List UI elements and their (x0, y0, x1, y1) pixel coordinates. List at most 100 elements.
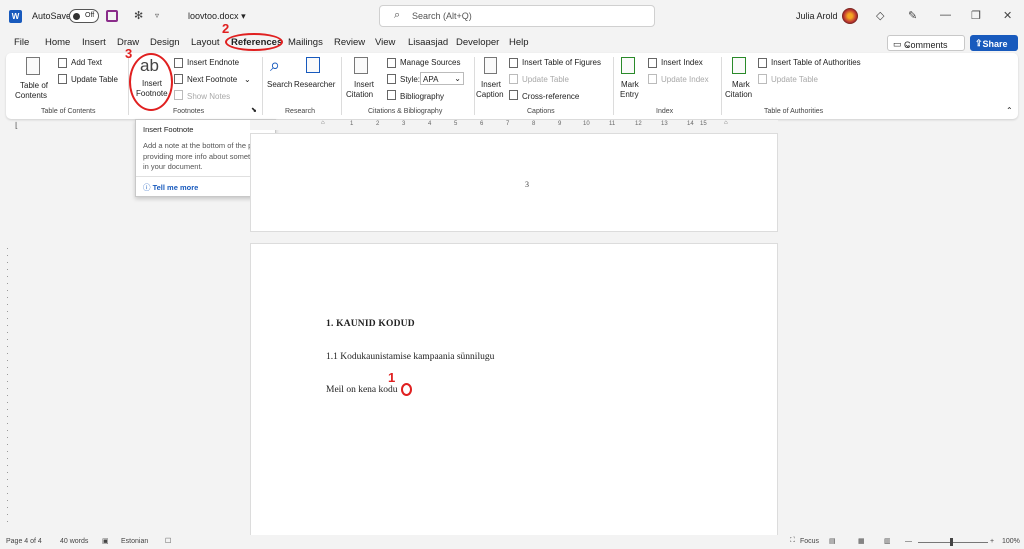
focus-icon[interactable]: ⛶ (790, 537, 795, 545)
web-layout-icon[interactable]: ▥ (884, 537, 891, 545)
ruler-right-indent-icon[interactable]: ⌂ (724, 120, 728, 126)
add-text-button[interactable]: Add Text (71, 58, 102, 67)
update-table-captions-button[interactable]: Update Table (522, 75, 569, 84)
tab-view[interactable]: View (375, 37, 395, 48)
annotation-circle-cursor (401, 383, 412, 396)
read-mode-icon[interactable]: ▤ (829, 537, 836, 545)
tab-mailings[interactable]: Mailings (288, 37, 323, 48)
tab-file[interactable]: File (14, 37, 29, 48)
document-filename[interactable]: loovtoo.docx ▾ (188, 11, 246, 22)
search-placeholder: Search (Alt+Q) (412, 11, 472, 21)
bibliography-button[interactable]: Bibliography (400, 92, 444, 101)
customize-toolbar-icon[interactable]: ▿ (155, 11, 159, 20)
document-page-3[interactable]: 3 (250, 133, 778, 232)
insert-table-of-figures-button[interactable]: Insert Table of Figures (522, 58, 601, 67)
researcher-icon (306, 57, 320, 73)
show-notes-icon (174, 90, 183, 100)
page-count-status[interactable]: Page 4 of 4 (6, 538, 42, 545)
avatar[interactable] (842, 8, 858, 24)
ruler-mark-12: 12 (635, 121, 642, 127)
insert-caption-label-1[interactable]: Insert (481, 80, 501, 89)
word-app-icon: W (9, 10, 22, 23)
autosave-toggle[interactable]: Off (69, 9, 99, 23)
tab-home[interactable]: Home (45, 37, 70, 48)
zoom-slider[interactable] (918, 542, 988, 543)
mark-entry-label-1[interactable]: Mark (621, 80, 639, 89)
accessibility-icon[interactable]: ☐ (165, 537, 171, 545)
tab-layout[interactable]: Layout (191, 37, 220, 48)
comments-label: Comments (904, 40, 948, 50)
mark-citation-label-2[interactable]: Citation (725, 90, 752, 99)
mark-entry-label-2[interactable]: Entry (620, 90, 639, 99)
tab-help[interactable]: Help (509, 37, 529, 48)
next-footnote-icon (174, 74, 183, 84)
document-subheading[interactable]: 1.1 Kodukaunistamise kampaania sünnilugu (326, 352, 494, 362)
tab-selector-icon[interactable]: ⌊ (15, 121, 18, 130)
horizontal-ruler[interactable]: ⌂ 1 2 3 4 5 6 7 8 9 10 11 12 13 14 15 ⌂ (250, 120, 778, 130)
manage-sources-button[interactable]: Manage Sources (400, 58, 460, 67)
document-page-4[interactable]: 1. KAUNID KODUD 1.1 Kodukaunistamise kam… (250, 243, 778, 535)
save-icon[interactable] (106, 10, 118, 22)
close-icon[interactable]: ✕ (1003, 9, 1012, 22)
search-box[interactable]: ⌕ Search (Alt+Q) (379, 5, 655, 27)
menu-bar: File Home Insert Draw Design Layout Refe… (0, 33, 1024, 52)
vertical-ruler[interactable] (4, 140, 12, 530)
comments-button[interactable]: ▭ Comments ⌄ (887, 35, 965, 51)
insert-index-button[interactable]: Insert Index (661, 58, 703, 67)
insert-citation-label-2[interactable]: Citation (346, 90, 373, 99)
insert-citation-label-1[interactable]: Insert (354, 80, 374, 89)
minimize-icon[interactable]: — (940, 9, 951, 21)
ruler-indent-marker-icon[interactable]: ⌂ (321, 120, 325, 126)
update-table-icon (58, 74, 67, 84)
cross-reference-button[interactable]: Cross-reference (522, 92, 579, 101)
print-layout-icon[interactable]: ▦ (858, 537, 865, 545)
toc-label-1[interactable]: Table of (20, 81, 48, 90)
style-select[interactable]: APA ⌄ (420, 72, 464, 85)
tab-insert[interactable]: Insert (82, 37, 106, 48)
zoom-slider-thumb[interactable] (950, 538, 953, 546)
tell-me-more-link[interactable]: ⓘ Tell me more (143, 182, 198, 193)
tab-lisaasjad[interactable]: Lisaasjad (408, 37, 448, 48)
collapse-ribbon-icon[interactable]: ⌃ (1006, 106, 1013, 115)
insert-caption-label-2[interactable]: Caption (476, 90, 504, 99)
zoom-out-icon[interactable]: — (905, 538, 912, 545)
search-research-button[interactable]: Search (267, 80, 292, 89)
diamond-icon[interactable]: ◇ (876, 9, 884, 22)
update-table-authorities-button[interactable]: Update Table (771, 75, 818, 84)
group-divider (474, 57, 475, 115)
insert-table-of-authorities-button[interactable]: Insert Table of Authorities (771, 58, 861, 67)
proofing-icon[interactable]: ▣ (102, 537, 109, 545)
next-footnote-dropdown-icon[interactable]: ⌄ (244, 75, 251, 84)
chevron-down-icon: ⌄ (454, 74, 461, 83)
insert-endnote-button[interactable]: Insert Endnote (187, 58, 239, 67)
mark-citation-label-1[interactable]: Mark (732, 80, 750, 89)
pen-icon[interactable]: ✎ (908, 9, 917, 22)
group-divider (262, 57, 263, 115)
update-table-button[interactable]: Update Table (71, 75, 118, 84)
ruler-mark-8: 8 (532, 121, 536, 127)
filename-caret-icon: ▾ (241, 11, 246, 21)
restore-icon[interactable]: ❐ (971, 9, 981, 22)
tab-developer[interactable]: Developer (456, 37, 499, 48)
word-count-status[interactable]: 40 words (60, 538, 88, 545)
researcher-button[interactable]: Researcher (294, 80, 335, 89)
footnotes-dialog-launcher-icon[interactable]: ⬊ (251, 106, 257, 114)
next-footnote-button[interactable]: Next Footnote (187, 75, 237, 84)
insert-endnote-icon (174, 58, 183, 68)
touch-mode-icon[interactable]: ✻ (134, 9, 143, 22)
tab-design[interactable]: Design (150, 37, 180, 48)
document-heading[interactable]: 1. KAUNID KODUD (326, 319, 415, 329)
mark-citation-icon (732, 57, 746, 74)
focus-button[interactable]: Focus (800, 538, 819, 545)
ruler-mark-4: 4 (428, 121, 432, 127)
document-paragraph[interactable]: Meil on kena kodu (326, 385, 398, 395)
share-button[interactable]: ⇪ Share (970, 35, 1018, 51)
update-index-button[interactable]: Update Index (661, 75, 709, 84)
toc-label-2[interactable]: Contents (15, 91, 47, 100)
user-name[interactable]: Julia Arold (796, 11, 838, 21)
tab-review[interactable]: Review (334, 37, 365, 48)
zoom-level[interactable]: 100% (1002, 538, 1020, 545)
language-status[interactable]: Estonian (121, 538, 148, 545)
show-notes-button[interactable]: Show Notes (187, 92, 230, 101)
zoom-in-icon[interactable]: + (990, 538, 994, 545)
